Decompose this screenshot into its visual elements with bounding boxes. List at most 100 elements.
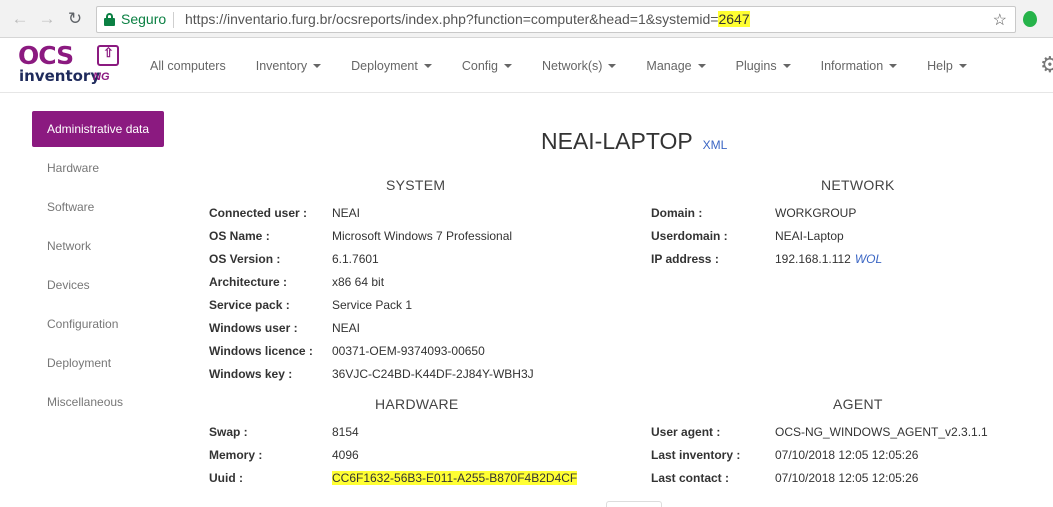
sidebar-item-administrative-data[interactable]: Administrative data <box>32 111 164 147</box>
browser-toolbar: ← → ↻ Seguro https://inventario.furg.br/… <box>0 0 1053 38</box>
sidebar-item-devices[interactable]: Devices <box>32 267 164 306</box>
system-key: OS Version : <box>209 252 281 266</box>
lock-icon <box>104 13 115 26</box>
menu-item-config[interactable]: Config <box>450 59 524 73</box>
address-bar[interactable]: Seguro https://inventario.furg.br/ocsrep… <box>96 6 1016 33</box>
system-value: 00371-OEM-9374093-00650 <box>332 344 485 358</box>
menu-item-manage[interactable]: Manage <box>634 59 717 73</box>
network-row: IP address : 192.168.1.112 WOL <box>651 252 1051 268</box>
system-key: Architecture : <box>209 275 288 289</box>
reload-icon[interactable]: ↻ <box>65 9 85 29</box>
logo-text-ocs: OCS <box>18 41 74 70</box>
agent-heading: AGENT <box>833 396 883 412</box>
hardware-row: Swap : 8154 <box>209 425 609 441</box>
url-prefix: https://inventario.furg.br/ocsreports/in… <box>185 11 719 27</box>
hardware-row: Memory : 4096 <box>209 448 609 464</box>
menu-item-all-computers[interactable]: All computers <box>138 59 238 73</box>
chevron-down-icon <box>958 64 967 69</box>
hardware-heading: HARDWARE <box>375 396 459 412</box>
network-heading: NETWORK <box>821 177 895 193</box>
system-key: Windows user : <box>209 321 298 335</box>
system-row: Service pack : Service Pack 1 <box>209 298 609 314</box>
bottom-button-partial[interactable] <box>606 501 662 507</box>
chevron-down-icon <box>504 64 512 69</box>
agent-value: 07/10/2018 12:05 12:05:26 <box>775 471 919 485</box>
system-key: Connected user : <box>209 206 308 220</box>
hardware-key: Memory : <box>209 448 263 462</box>
menu-item-network-s[interactable]: Network(s) <box>530 59 628 73</box>
network-key: Userdomain : <box>651 229 728 243</box>
chevron-down-icon <box>697 64 706 69</box>
page-title: NEAI-LAPTOP XML <box>541 128 727 155</box>
ocs-logo[interactable]: OCS ⇧ inventory NG <box>18 41 122 87</box>
system-value: 6.1.7601 <box>332 252 379 266</box>
back-icon[interactable]: ← <box>10 9 30 29</box>
gear-icon[interactable]: ⚙ <box>1040 54 1053 76</box>
chevron-down-icon <box>313 64 322 69</box>
network-key: Domain : <box>651 206 703 220</box>
system-row: OS Name : Microsoft Windows 7 Professiona… <box>209 229 609 245</box>
main-menu: All computers Inventory Deployment Config Ne… <box>138 38 985 93</box>
agent-key: Last inventory : <box>651 448 741 462</box>
app-navbar: OCS ⇧ inventory NG All computers Inventor… <box>0 38 1053 93</box>
extension-icon[interactable] <box>1023 11 1037 27</box>
system-row: Connected user : NEAI <box>209 206 609 222</box>
secure-label: Seguro <box>121 11 167 27</box>
url-text[interactable]: https://inventario.furg.br/ocsreports/in… <box>185 11 750 27</box>
system-row: Windows key : 36VJC-C24BD-K44DF-2J84Y-WBH… <box>209 367 609 383</box>
hardware-row: Uuid : CC6F1632-56B3-E011-A255-B870F4B2D4… <box>209 471 609 487</box>
logo-text-inventory: inventory <box>19 67 101 85</box>
system-key: Windows licence : <box>209 344 313 358</box>
hardware-key: Swap : <box>209 425 248 439</box>
sidebar-item-network[interactable]: Network <box>32 228 164 267</box>
agent-value: OCS-NG_WINDOWS_AGENT_v2.3.1.1 <box>775 425 988 439</box>
sidebar-item-hardware[interactable]: Hardware <box>32 150 164 189</box>
system-value: 36VJC-C24BD-K44DF-2J84Y-WBH3J <box>332 367 534 381</box>
system-value: NEAI <box>332 206 361 220</box>
sidebar-item-deployment[interactable]: Deployment <box>32 345 164 384</box>
system-key: OS Name : <box>209 229 270 243</box>
hardware-value: 8154 <box>332 425 359 439</box>
system-value: Microsoft Windows 7 Professional <box>332 229 513 243</box>
computer-sidebar: Administrative data Hardware Software Netwo… <box>32 111 164 423</box>
agent-row: Last contact : 07/10/2018 12:05 12:05:26 <box>651 471 1051 487</box>
system-heading: SYSTEM <box>386 177 446 193</box>
system-value: Service Pack 1 <box>332 298 413 312</box>
sidebar-item-software[interactable]: Software <box>32 189 164 228</box>
menu-item-information[interactable]: Information <box>809 59 910 73</box>
system-row: OS Version : 6.1.7601 <box>209 252 609 268</box>
hardware-value: CC6F1632-56B3-E011-A255-B870F4B2D4CF <box>332 471 578 485</box>
system-value: NEAI <box>332 321 361 335</box>
agent-key: User agent : <box>651 425 721 439</box>
logo-text-ng: NG <box>93 71 110 83</box>
agent-row: Last inventory : 07/10/2018 12:05 12:05:2… <box>651 448 1051 464</box>
chevron-down-icon <box>782 64 791 69</box>
network-value: WORKGROUP <box>775 206 857 220</box>
menu-item-deployment[interactable]: Deployment <box>339 59 444 73</box>
system-key: Windows key : <box>209 367 293 381</box>
network-value: 192.168.1.112 WOL <box>775 252 883 266</box>
sidebar-item-miscellaneous[interactable]: Miscellaneous <box>32 384 164 423</box>
address-separator <box>173 12 174 28</box>
hardware-value: 4096 <box>332 448 359 462</box>
system-value: x86 64 bit <box>332 275 385 289</box>
system-row: Windows user : NEAI <box>209 321 609 337</box>
network-key: IP address : <box>651 252 719 266</box>
network-value: NEAI-Laptop <box>775 229 844 243</box>
network-row: Userdomain : NEAI-Laptop <box>651 229 1051 245</box>
agent-row: User agent : OCS-NG_WINDOWS_AGENT_v2.3.1.… <box>651 425 1051 441</box>
xml-link[interactable]: XML <box>703 138 728 152</box>
agent-value: 07/10/2018 12:05 12:05:26 <box>775 448 919 462</box>
wol-link[interactable]: WOL <box>855 252 882 266</box>
forward-icon[interactable]: → <box>37 9 57 29</box>
hardware-key: Uuid : <box>209 471 243 485</box>
menu-item-plugins[interactable]: Plugins <box>724 59 803 73</box>
bookmark-star-icon[interactable]: ☆ <box>993 10 1007 30</box>
menu-item-inventory[interactable]: Inventory <box>244 59 333 73</box>
sidebar-item-configuration[interactable]: Configuration <box>32 306 164 345</box>
menu-item-help[interactable]: Help <box>915 59 979 73</box>
url-systemid-highlight: 2647 <box>718 11 750 27</box>
system-row: Windows licence : 00371-OEM-9374093-00650 <box>209 344 609 360</box>
logo-arrow-icon: ⇧ <box>97 45 119 66</box>
computer-name: NEAI-LAPTOP <box>541 128 693 154</box>
